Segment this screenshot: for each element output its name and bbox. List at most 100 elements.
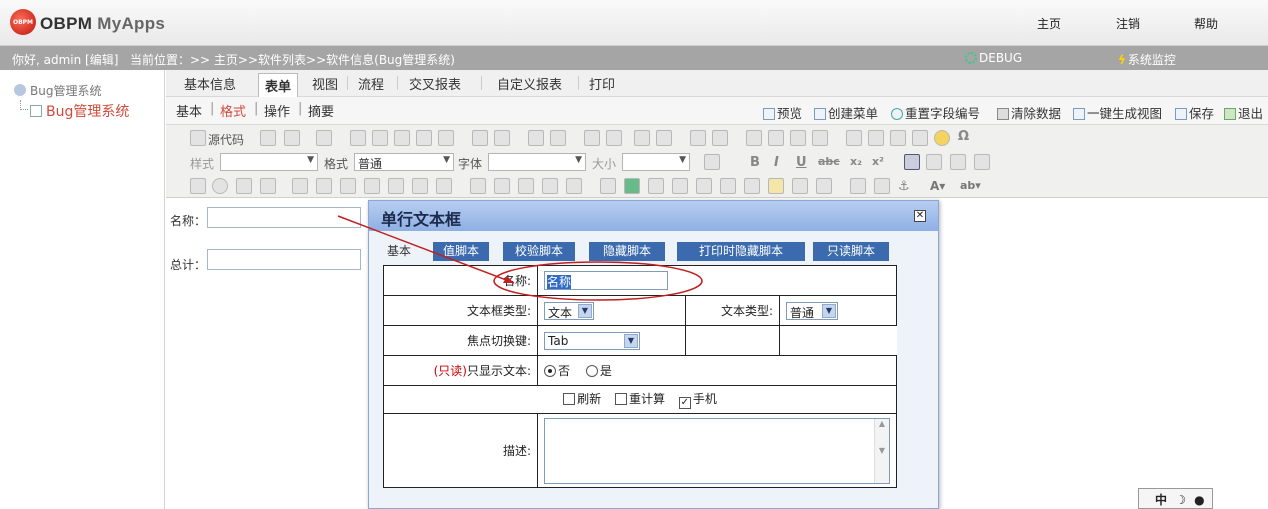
text-type-select[interactable]: 普通 ▼ (786, 301, 838, 320)
align-justify-icon[interactable] (974, 154, 990, 170)
strikethrough-icon[interactable]: abc (818, 155, 840, 168)
ime-indicator[interactable]: 中 ☽ ● (1138, 488, 1213, 509)
div-icon[interactable] (812, 130, 828, 146)
window-icon[interactable] (720, 178, 736, 194)
align-right-icon[interactable] (950, 154, 966, 170)
clear-data-button[interactable]: 清除数据 (997, 103, 1061, 122)
tree-root-node[interactable]: Bug管理系统 (14, 82, 101, 99)
remove-format-icon[interactable] (656, 130, 672, 146)
comment-icon[interactable] (624, 178, 640, 194)
italic-icon[interactable]: I (774, 155, 779, 170)
note-icon[interactable] (768, 178, 784, 194)
create-menu-button[interactable]: 创建菜单 (814, 103, 878, 122)
align-left-icon[interactable] (904, 154, 920, 170)
image-icon[interactable] (846, 130, 862, 146)
calendar-icon[interactable] (792, 178, 808, 194)
paste-word-icon[interactable] (438, 130, 454, 146)
find-icon[interactable] (584, 130, 600, 146)
line-icon[interactable] (470, 178, 486, 194)
total-field[interactable] (207, 249, 361, 270)
table-icon[interactable] (890, 130, 906, 146)
gallery-icon[interactable] (672, 178, 688, 194)
button-field-icon[interactable] (340, 178, 356, 194)
name-field[interactable] (207, 207, 361, 228)
name-input[interactable]: 名称 (544, 271, 668, 290)
description-textarea[interactable]: ▲ ▼ (544, 417, 890, 484)
select-all-icon[interactable] (634, 130, 650, 146)
tab-custom-report[interactable]: 自定义报表 (497, 74, 562, 93)
save-button[interactable]: 保存 (1175, 103, 1214, 122)
preview-icon[interactable] (284, 130, 300, 146)
subscript-icon[interactable]: x₂ (850, 155, 862, 168)
form-icon[interactable] (744, 178, 760, 194)
tab-flow[interactable]: 流程 (358, 74, 384, 93)
background-color-icon[interactable]: ab▾ (960, 179, 981, 192)
pencil-icon[interactable] (600, 178, 616, 194)
tab-print[interactable]: 打印 (589, 74, 615, 93)
smiley-icon[interactable] (934, 130, 950, 146)
subtab-operation[interactable]: 操作 (264, 101, 290, 120)
font-select[interactable]: ▼ (488, 153, 586, 171)
mobile-checkbox[interactable]: ✓ (678, 397, 691, 409)
outdent-icon[interactable] (746, 130, 762, 146)
bold-icon[interactable]: B (750, 155, 760, 170)
monitor-link[interactable]: ϟ 系统监控 (1118, 51, 1176, 68)
redo-icon[interactable] (550, 130, 566, 146)
dialog-tab-print-hide-script[interactable]: 打印时隐藏脚本 (677, 242, 805, 261)
paste-text-icon[interactable] (416, 130, 432, 146)
style-select[interactable]: ▼ (220, 153, 318, 171)
refresh-checkbox[interactable] (563, 393, 576, 405)
textarea-scrollbar[interactable]: ▲ ▼ (874, 418, 889, 483)
radio-field-icon[interactable] (212, 178, 228, 194)
size-select[interactable]: ▼ (622, 153, 690, 171)
dialog-tab-basic[interactable]: 基本 (387, 242, 427, 261)
close-icon[interactable]: ✕ (914, 210, 926, 222)
frame-icon[interactable] (542, 178, 558, 194)
tab-view[interactable]: 视图 (312, 74, 338, 93)
tab-cross-report[interactable]: 交叉报表 (409, 74, 461, 93)
date-field-icon[interactable] (316, 178, 332, 194)
tab-form[interactable]: 表单 (258, 73, 299, 97)
debug-link[interactable]: DEBUG (965, 51, 1022, 65)
textbox-type-select[interactable]: 文本 ▼ (544, 301, 594, 320)
anchor-icon[interactable]: ⚓ (898, 179, 910, 194)
superscript-icon[interactable]: x² (872, 155, 884, 168)
dialog-tab-validate-script[interactable]: 校验脚本 (503, 242, 575, 261)
paste-icon[interactable] (394, 130, 410, 146)
textarea-icon[interactable] (260, 178, 276, 194)
subtab-format[interactable]: 格式 (220, 101, 246, 120)
nav-logout-link[interactable]: 注销 (1116, 15, 1140, 32)
folder-icon[interactable] (518, 178, 534, 194)
align-center-icon[interactable] (926, 154, 942, 170)
replace-icon[interactable] (606, 130, 622, 146)
generate-view-button[interactable]: 一键生成视图 (1073, 103, 1162, 122)
select-field-icon[interactable] (292, 178, 308, 194)
dialog-tab-readonly-script[interactable]: 只读脚本 (813, 242, 889, 261)
cut-icon[interactable] (350, 130, 366, 146)
radio-no[interactable] (544, 365, 556, 377)
tab-basic-info[interactable]: 基本信息 (184, 74, 236, 93)
reset-field-number-button[interactable]: 重置字段编号 (891, 103, 980, 122)
numbered-list-icon[interactable] (690, 130, 706, 146)
subtab-summary[interactable]: 摘要 (308, 101, 334, 120)
preview-button[interactable]: 预览 (763, 103, 802, 122)
copy-icon[interactable] (260, 130, 276, 146)
print-icon[interactable] (472, 130, 488, 146)
undo-icon[interactable] (528, 130, 544, 146)
textfield-icon[interactable] (236, 178, 252, 194)
dialog-tab-value-script[interactable]: 值脚本 (433, 242, 489, 261)
source-label[interactable]: 源代码 (208, 131, 244, 148)
horizontal-rule-icon[interactable] (912, 130, 928, 146)
flash-icon[interactable] (868, 130, 884, 146)
tree-field-icon[interactable] (412, 178, 428, 194)
blockquote-icon[interactable] (790, 130, 806, 146)
exit-button[interactable]: 退出 (1224, 103, 1263, 122)
text-color-icon[interactable]: A▾ (930, 179, 945, 193)
spellcheck-icon[interactable] (494, 130, 510, 146)
find-replace-icon[interactable] (704, 154, 720, 170)
gear-icon[interactable] (816, 178, 832, 194)
dialog-tab-hide-script[interactable]: 隐藏脚本 (589, 242, 665, 261)
special-char-icon[interactable]: Ω (958, 129, 969, 144)
link-field-icon[interactable] (388, 178, 404, 194)
nav-home-link[interactable]: 主页 (1037, 15, 1061, 32)
